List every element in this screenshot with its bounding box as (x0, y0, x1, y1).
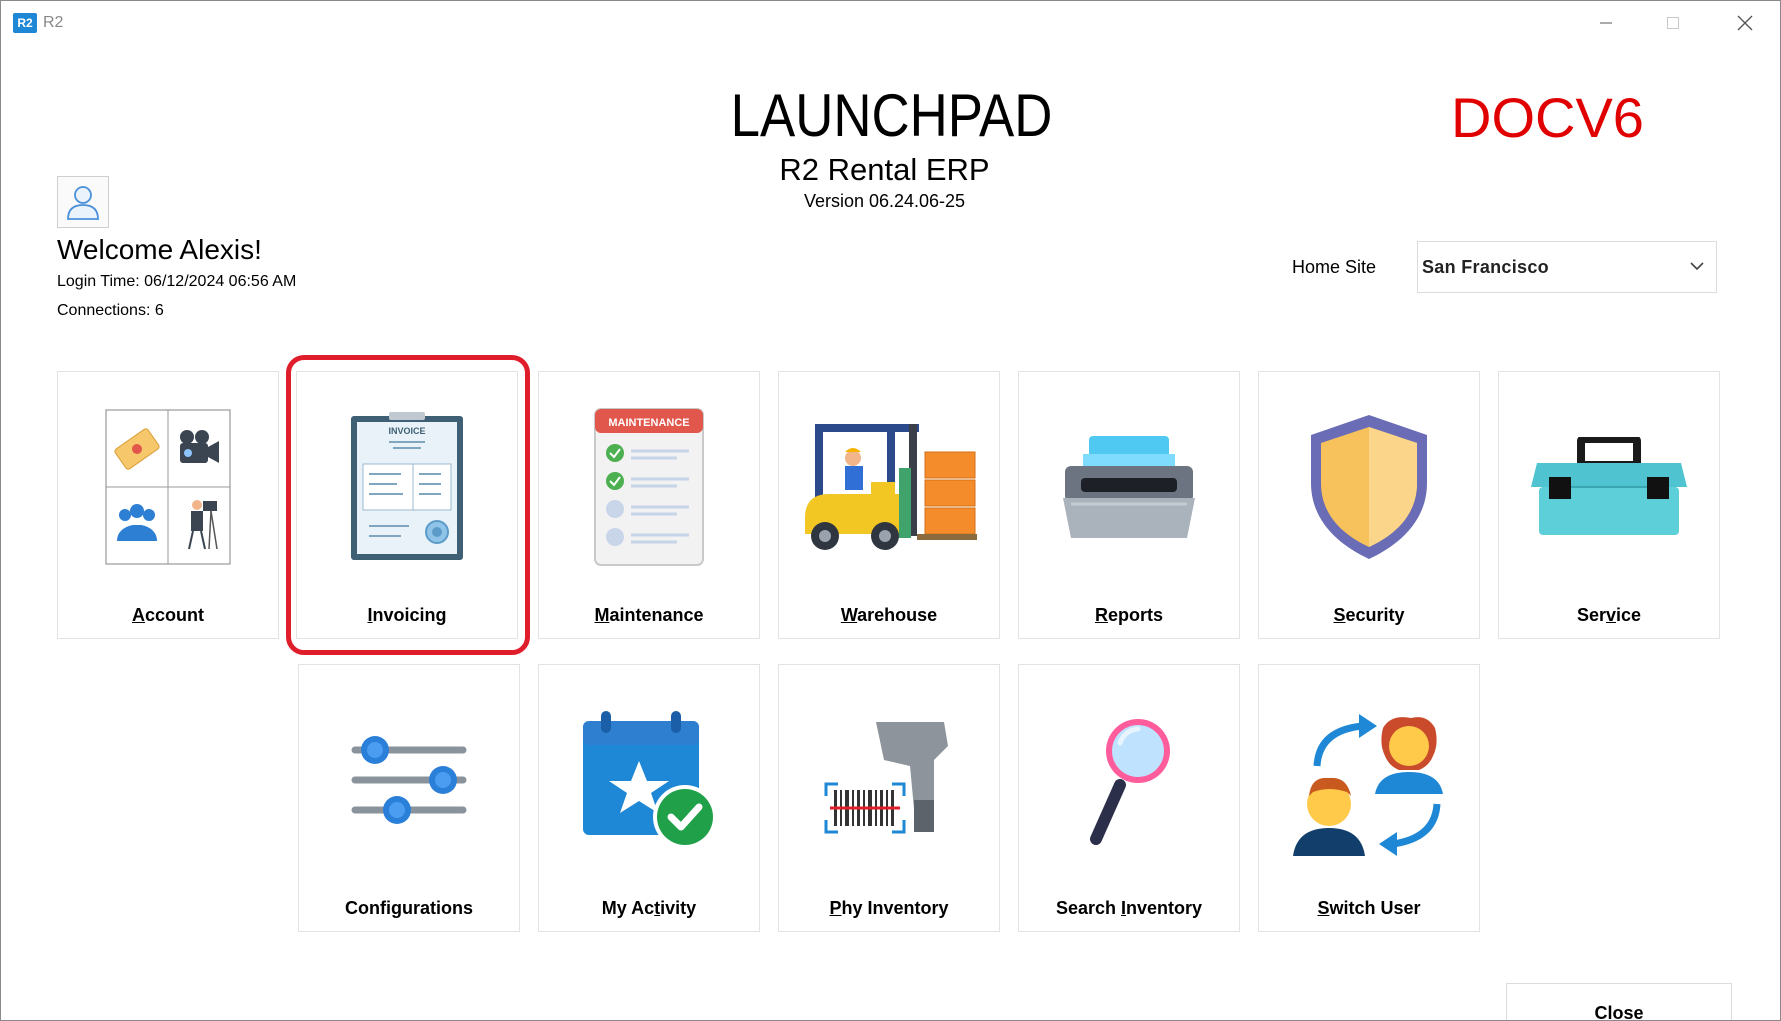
maintenance-checklist-icon: MAINTENANCE (594, 408, 704, 566)
tile-configurations[interactable]: Configurations (298, 664, 520, 932)
tile-label: Phy Inventory (829, 898, 949, 918)
maximize-icon (1667, 17, 1679, 29)
tile-account[interactable]: Account (57, 371, 279, 639)
toolbox-icon (1531, 437, 1687, 535)
home-site-value: San Francisco (1422, 257, 1549, 277)
title-bar[interactable]: R2 R2 (1, 1, 1780, 45)
version-text: Version 06.24.06-25 (803, 191, 966, 211)
switch-user-icon (1293, 714, 1443, 856)
printer-icon (1063, 436, 1195, 538)
tile-label: Reports (1094, 605, 1163, 625)
close-window-button[interactable] (1725, 9, 1765, 37)
tile-search-inventory[interactable]: Search Inventory (1018, 664, 1240, 932)
tile-label: Warehouse (840, 605, 938, 625)
invoice-document-icon: INVOICE (351, 412, 463, 560)
tile-label: Maintenance (594, 605, 704, 625)
product-name: R2 Rental ERP (779, 152, 990, 187)
tile-phy-inventory[interactable]: Phy Inventory (778, 664, 1000, 932)
sliders-icon (351, 736, 467, 824)
tile-label: Search Inventory (1055, 898, 1203, 918)
tile-label: Invoicing (367, 605, 447, 625)
tile-my-activity[interactable]: My Activity (538, 664, 760, 932)
welcome-text: Welcome Alexis! (57, 234, 262, 265)
maintenance-icon-text: MAINTENANCE (608, 417, 689, 429)
avatar[interactable] (57, 176, 109, 228)
tile-label: My Activity (601, 898, 697, 918)
barcode-scanner-icon (824, 722, 948, 834)
environment-label: DOCV6 (1451, 86, 1644, 149)
magnifier-icon (1090, 719, 1170, 845)
tile-label: Switch User (1317, 898, 1421, 918)
close-button[interactable]: Close (1506, 983, 1732, 1020)
app-logo: R2 (13, 13, 37, 33)
close-icon (1737, 15, 1753, 31)
minimize-button[interactable] (1586, 9, 1626, 37)
user-icon (67, 186, 99, 220)
calendar-check-icon (583, 711, 717, 849)
tile-warehouse[interactable]: Warehouse (778, 371, 1000, 639)
login-time: Login Time: 06/12/2024 06:56 AM (57, 273, 297, 290)
invoice-icon-text: INVOICE (388, 426, 425, 436)
account-collage-icon (105, 409, 231, 565)
connections-count: Connections: 6 (57, 302, 164, 319)
forklift-icon (805, 424, 977, 550)
app-window: R2 R2 LAUNCHPAD R2 Rental ERP Version 06… (0, 0, 1781, 1021)
tile-label: Account (131, 605, 204, 625)
tile-maintenance[interactable]: MAINTENANCE Maintenance (538, 371, 760, 639)
tile-reports[interactable]: Reports (1018, 371, 1240, 639)
tile-label: Configurations (345, 898, 473, 918)
home-site-dropdown[interactable]: San Francisco (1417, 241, 1717, 293)
tile-service[interactable]: Service (1498, 371, 1720, 639)
minimize-icon (1600, 22, 1612, 24)
window-title: R2 (43, 14, 64, 31)
tile-label: Security (1333, 605, 1405, 625)
chevron-down-icon (1690, 262, 1704, 271)
page-title: LAUNCHPAD (730, 82, 1053, 149)
shield-icon (1311, 415, 1427, 559)
tile-security[interactable]: Security (1258, 371, 1480, 639)
home-site-label: Home Site (1292, 257, 1377, 277)
tile-label: Service (1576, 605, 1642, 625)
maximize-button[interactable] (1653, 9, 1693, 37)
tile-invoicing[interactable]: INVOICE Invoicing (296, 371, 518, 639)
tile-switch-user[interactable]: Switch User (1258, 664, 1480, 932)
